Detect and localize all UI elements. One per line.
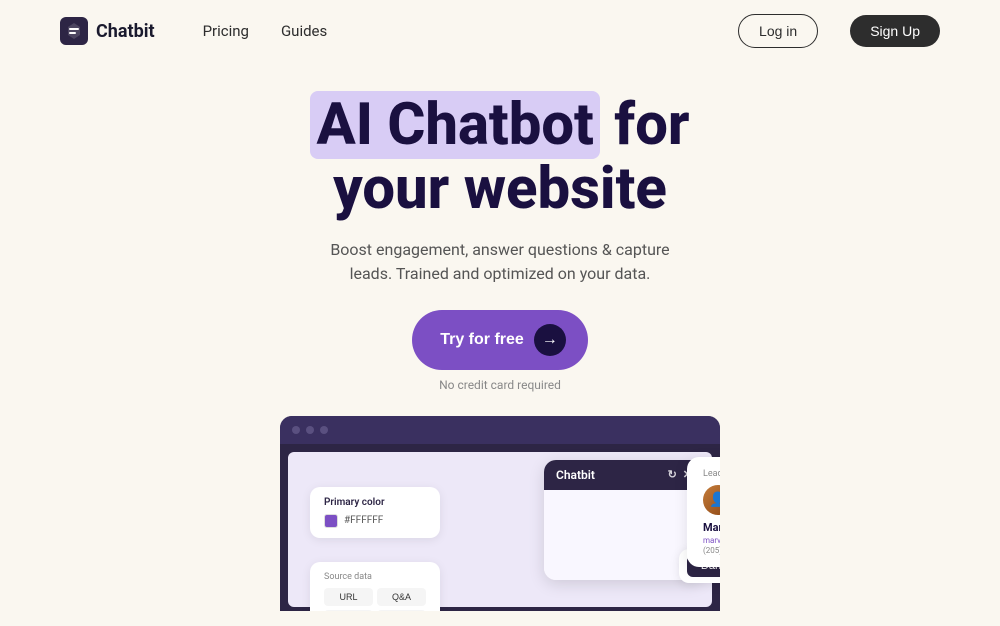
browser-dot-2	[306, 426, 314, 434]
cta-label: Try for free	[440, 331, 524, 349]
color-swatch[interactable]	[324, 514, 338, 528]
source-qa-button[interactable]: Q&A	[377, 588, 426, 606]
cta-button[interactable]: Try for free →	[412, 310, 588, 370]
refresh-icon: ↻	[668, 468, 677, 481]
logo[interactable]: Chatbit	[60, 17, 155, 45]
preview-area: Primary color #FFFFFF Source data URL Q&…	[120, 416, 880, 626]
hero-subtitle: Boost engagement, answer questions & cap…	[320, 238, 680, 286]
lead-email: marvin@px-dot.com	[703, 536, 720, 545]
no-cc-text: No credit card required	[20, 378, 980, 392]
source-text-button[interactable]: Text	[377, 610, 426, 611]
source-url-button[interactable]: URL	[324, 588, 373, 606]
lead-phone: (205) 555-0170	[703, 546, 720, 555]
source-data-label: Source data	[324, 572, 426, 582]
browser-mockup: Primary color #FFFFFF Source data URL Q&…	[280, 416, 720, 611]
primary-color-card: Primary color #FFFFFF	[310, 487, 440, 538]
lead-name: Marvin McKinney	[703, 521, 720, 534]
browser-dot-1	[292, 426, 300, 434]
logo-text: Chatbit	[96, 21, 155, 42]
color-hex-value: #FFFFFF	[344, 515, 383, 526]
primary-color-label: Primary color	[324, 497, 426, 508]
chatbit-widget-header: Chatbit ↻ ✕	[544, 460, 704, 490]
source-buttons-grid: URL Q&A File Text	[324, 588, 426, 611]
lead-tag: Lead	[703, 469, 720, 479]
lead-avatar: 👤	[703, 485, 720, 515]
browser-dot-3	[320, 426, 328, 434]
browser-bar	[280, 416, 720, 444]
hero-title-highlight: AI Chatbot	[310, 91, 599, 159]
primary-color-value: #FFFFFF	[324, 514, 426, 528]
lead-card: Lead 👤 Marvin McKinney marvin@px-dot.com…	[687, 457, 720, 567]
source-data-card: Source data URL Q&A File Text	[310, 562, 440, 611]
cta-arrow-icon: →	[534, 324, 566, 356]
nav-pricing[interactable]: Pricing	[203, 22, 249, 40]
source-file-button[interactable]: File	[324, 610, 373, 611]
browser-content: Primary color #FFFFFF Source data URL Q&…	[288, 452, 712, 607]
chatbit-widget-title: Chatbit	[556, 468, 595, 482]
chatbit-logo-icon	[60, 17, 88, 45]
login-button[interactable]: Log in	[738, 14, 818, 48]
hero-section: AI Chatbot foryour website Boost engagem…	[0, 62, 1000, 416]
navbar: Chatbit Pricing Guides Log in Sign Up	[0, 0, 1000, 62]
hero-title: AI Chatbot foryour website	[20, 94, 980, 222]
signup-button[interactable]: Sign Up	[850, 15, 940, 47]
nav-guides[interactable]: Guides	[281, 22, 327, 40]
